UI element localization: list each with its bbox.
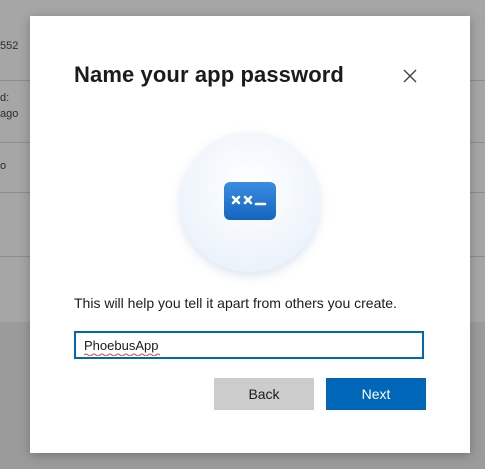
- app-password-name-input[interactable]: [74, 331, 424, 359]
- next-button[interactable]: Next: [326, 378, 426, 410]
- close-icon: [403, 69, 417, 83]
- dialog-title: Name your app password: [74, 62, 344, 87]
- app-password-dialog: Name your app password This will help yo…: [30, 16, 470, 453]
- back-button[interactable]: Back: [214, 378, 314, 410]
- close-button[interactable]: [398, 64, 422, 88]
- illustration-circle: [180, 132, 320, 272]
- dialog-description: This will help you tell it apart from ot…: [74, 295, 397, 311]
- app-password-key-icon: [224, 182, 276, 220]
